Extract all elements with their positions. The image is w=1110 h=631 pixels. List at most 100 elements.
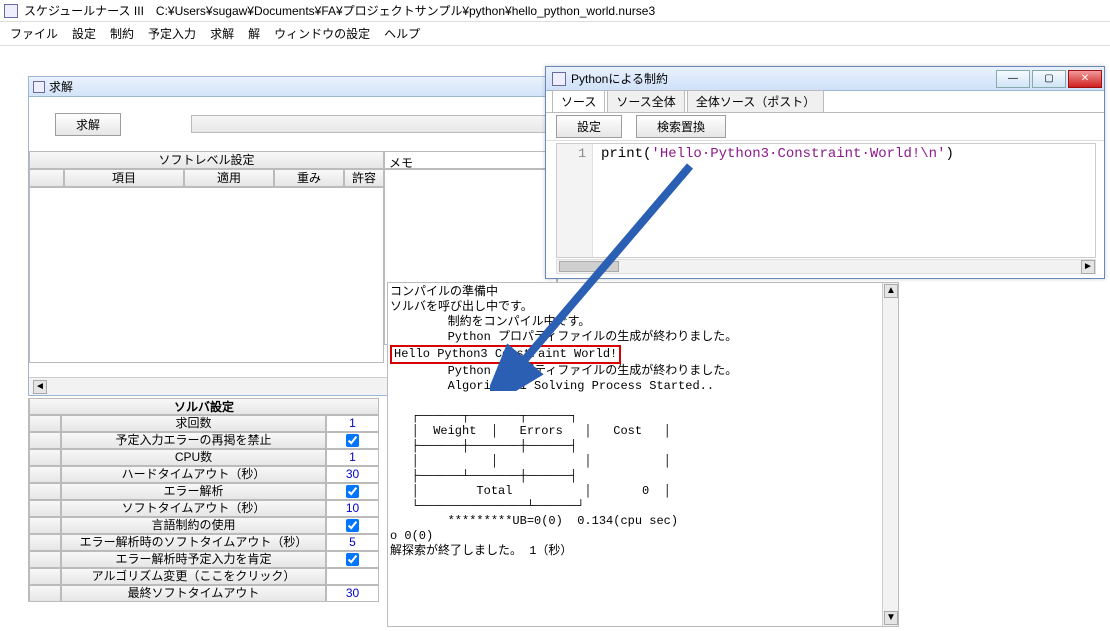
col-weight[interactable]: 重み (274, 169, 344, 187)
row-name: CPU数 (61, 449, 326, 466)
row-name: ソフトタイムアウト（秒） (61, 500, 326, 517)
output-log-pane: コンパイルの準備中 ソルバを呼び出し中です。 制約をコンパイル中です。 Pyth… (387, 282, 899, 627)
scroll-thumb[interactable] (559, 261, 619, 272)
menu-constraint[interactable]: 制約 (110, 25, 134, 42)
app-titlebar: スケジュールナース III C:¥Users¥sugaw¥Documents¥F… (0, 0, 1110, 22)
soft-level-header: ソフトレベル設定 (29, 151, 384, 169)
python-window-titlebar[interactable]: Pythonによる制約 — ▢ ✕ (546, 67, 1104, 91)
solver-row: 言語制約の使用 (29, 517, 379, 534)
editor-code[interactable]: print('Hello·Python3·Constraint·World!\n… (593, 144, 962, 257)
row-name: 最終ソフトタイムアウト (61, 585, 326, 602)
python-window-title: Pythonによる制約 (571, 70, 668, 87)
row-handle[interactable] (29, 551, 61, 568)
output-log[interactable]: コンパイルの準備中 ソルバを呼び出し中です。 制約をコンパイル中です。 Pyth… (388, 283, 882, 626)
row-value[interactable]: 1 (326, 415, 379, 432)
row-value[interactable] (326, 483, 379, 500)
row-name: エラー解析時予定入力を肯定 (61, 551, 326, 568)
col-blank[interactable] (29, 169, 64, 187)
row-value[interactable]: 1 (326, 449, 379, 466)
row-value[interactable]: 10 (326, 500, 379, 517)
solver-row: ハードタイムアウト（秒）30 (29, 466, 379, 483)
row-name: 予定入力エラーの再掲を禁止 (61, 432, 326, 449)
row-handle[interactable] (29, 432, 61, 449)
row-handle[interactable] (29, 585, 61, 602)
row-name: エラー解析 (61, 483, 326, 500)
row-name: ハードタイムアウト（秒） (61, 466, 326, 483)
row-handle[interactable] (29, 517, 61, 534)
solver-row: アルゴリズム変更（ここをクリック） (29, 568, 379, 585)
row-name: アルゴリズム変更（ここをクリック） (61, 568, 326, 585)
row-checkbox[interactable] (346, 434, 359, 447)
col-allow[interactable]: 許容 (344, 169, 384, 187)
editor-hscroll[interactable]: ► (556, 259, 1096, 274)
close-button[interactable]: ✕ (1068, 70, 1102, 88)
row-handle[interactable] (29, 449, 61, 466)
editor-gutter: 1 (557, 144, 593, 257)
menu-window[interactable]: ウィンドウの設定 (274, 25, 370, 42)
menu-schedule[interactable]: 予定入力 (148, 25, 196, 42)
row-name: エラー解析時のソフトタイムアウト（秒） (61, 534, 326, 551)
memo-label: メモ (384, 151, 557, 169)
menu-solution[interactable]: 解 (248, 25, 260, 42)
row-value[interactable] (326, 568, 379, 585)
row-handle[interactable] (29, 568, 61, 585)
tab-source[interactable]: ソース (552, 90, 605, 112)
row-handle[interactable] (29, 534, 61, 551)
solver-row: 最終ソフトタイムアウト30 (29, 585, 379, 602)
row-checkbox[interactable] (346, 485, 359, 498)
row-name: 言語制約の使用 (61, 517, 326, 534)
menu-settings[interactable]: 設定 (72, 25, 96, 42)
solver-settings-table: ソルバ設定 求回数1予定入力エラーの再掲を禁止CPU数1ハードタイムアウト（秒）… (28, 398, 379, 602)
tab-source-all[interactable]: ソース全体 (607, 90, 684, 112)
output-highlight: Hello Python3 Constraint World! (390, 345, 621, 364)
row-handle[interactable] (29, 483, 61, 500)
row-value[interactable] (326, 517, 379, 534)
scroll-down-icon[interactable]: ▼ (884, 611, 898, 625)
menubar: ファイル 設定 制約 予定入力 求解 解 ウィンドウの設定 ヘルプ (0, 22, 1110, 46)
col-apply[interactable]: 適用 (184, 169, 274, 187)
solver-settings-header: ソルバ設定 (29, 398, 379, 415)
row-checkbox[interactable] (346, 553, 359, 566)
solve-panel-title: 求解 (49, 78, 73, 95)
output-pre1: コンパイルの準備中 ソルバを呼び出し中です。 制約をコンパイル中です。 Pyth… (390, 285, 737, 344)
row-value[interactable]: 30 (326, 466, 379, 483)
menu-file[interactable]: ファイル (10, 25, 58, 42)
row-checkbox[interactable] (346, 519, 359, 532)
col-item[interactable]: 項目 (64, 169, 184, 187)
window-icon (552, 72, 566, 86)
maximize-button[interactable]: ▢ (1032, 70, 1066, 88)
row-value[interactable]: 30 (326, 585, 379, 602)
minimize-button[interactable]: — (996, 70, 1030, 88)
output-vscroll[interactable]: ▲ ▼ (882, 283, 898, 626)
solve-panel-titlebar[interactable]: 求解 (29, 77, 557, 97)
row-handle[interactable] (29, 466, 61, 483)
row-handle[interactable] (29, 415, 61, 432)
solver-row: CPU数1 (29, 449, 379, 466)
solver-row: エラー解析時予定入力を肯定 (29, 551, 379, 568)
python-editor[interactable]: 1 print('Hello·Python3·Constraint·World!… (556, 143, 1096, 258)
row-value[interactable] (326, 432, 379, 449)
find-replace-button[interactable]: 検索置換 (636, 115, 726, 138)
python-toolbar: 設定 検索置換 (546, 113, 1104, 141)
scroll-left-icon[interactable]: ◄ (33, 380, 47, 394)
python-constraint-window: Pythonによる制約 — ▢ ✕ ソース ソース全体 全体ソース（ポスト） 設… (545, 66, 1105, 279)
row-name: 求回数 (61, 415, 326, 432)
row-value[interactable] (326, 551, 379, 568)
scroll-up-icon[interactable]: ▲ (884, 284, 898, 298)
menu-solve[interactable]: 求解 (210, 25, 234, 42)
solve-progress-field (191, 115, 557, 133)
output-pre2: Python プロパティファイルの生成が終わりました。 Algorithm 1 … (390, 364, 737, 558)
tab-source-post[interactable]: 全体ソース（ポスト） (687, 90, 824, 112)
solver-row: ソフトタイムアウト（秒）10 (29, 500, 379, 517)
solver-row: エラー解析 (29, 483, 379, 500)
solve-button[interactable]: 求解 (55, 113, 121, 136)
row-value[interactable]: 5 (326, 534, 379, 551)
soft-level-grid[interactable] (29, 187, 384, 363)
row-handle[interactable] (29, 500, 61, 517)
solver-row: 予定入力エラーの再掲を禁止 (29, 432, 379, 449)
workspace: 求解 求解 ソフトレベル設定 項目 適用 重み 許容 (0, 46, 1110, 631)
settings-button[interactable]: 設定 (556, 115, 622, 138)
panel-icon (33, 81, 45, 93)
menu-help[interactable]: ヘルプ (384, 25, 420, 42)
scroll-right-icon[interactable]: ► (1081, 260, 1095, 274)
